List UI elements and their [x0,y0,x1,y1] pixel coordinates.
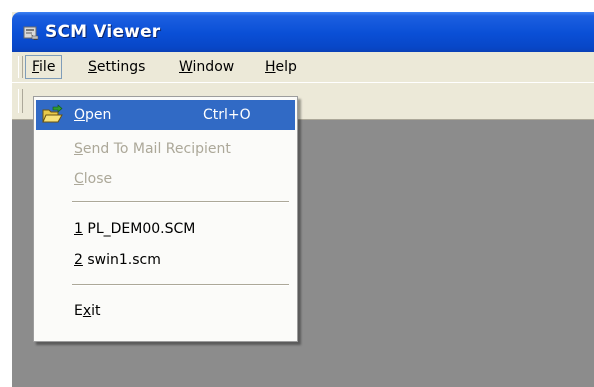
menubar-grip[interactable] [18,56,23,78]
file-menu-dropdown: Open Ctrl+O Send To Mail Recipient Close… [33,96,298,342]
menu-separator [72,284,289,286]
app-icon [23,26,39,40]
menu-item-send-to-mail-recipient[interactable]: Send To Mail Recipient [36,134,295,164]
menu-settings[interactable]: Settings [82,55,151,79]
app-window: SCM Viewer File Settings Window Help Ope… [12,12,594,387]
menu-item-exit[interactable]: Exit [36,296,295,326]
menu-item-open[interactable]: Open Ctrl+O [36,100,295,130]
menu-item-recent-2[interactable]: 2 swin1.scm [36,245,295,275]
menu-item-recent-1[interactable]: 1 PL_DEM00.SCM [36,214,295,244]
menu-file[interactable]: File [25,55,63,79]
toolbar-grip[interactable] [18,89,23,113]
menu-item-close[interactable]: Close [36,164,295,194]
menu-separator [72,201,289,203]
title-bar[interactable]: SCM Viewer [12,12,594,52]
menu-bar: File Settings Window Help [12,52,594,82]
window-title: SCM Viewer [45,22,161,42]
menu-window[interactable]: Window [173,55,240,79]
menu-help[interactable]: Help [259,55,303,79]
open-shortcut: Ctrl+O [203,107,251,123]
open-folder-icon [42,104,63,123]
